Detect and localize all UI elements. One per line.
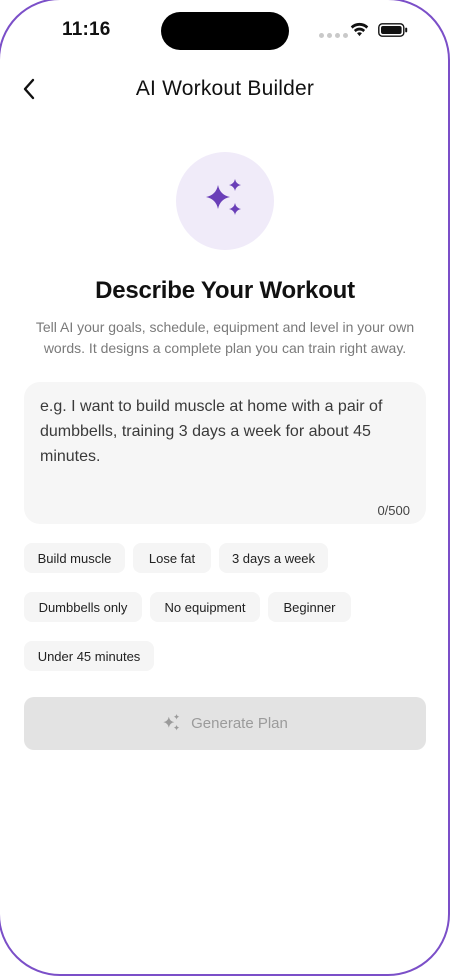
section-description: Tell AI your goals, schedule, equipment … bbox=[35, 319, 415, 356]
character-counter: 0/500 bbox=[377, 503, 410, 518]
suggestion-chip-lose-fat[interactable]: Lose fat bbox=[133, 543, 211, 573]
prompt-textarea[interactable] bbox=[40, 394, 410, 494]
suggestion-chip-3-days-a-week[interactable]: 3 days a week bbox=[219, 543, 328, 573]
prompt-field[interactable]: 0/500 bbox=[24, 382, 426, 524]
section-headline: Describe Your Workout bbox=[95, 277, 355, 304]
hero-icon-badge bbox=[176, 152, 274, 250]
sparkles-icon bbox=[163, 713, 180, 730]
phone-frame: 11:16 AI Workout Builder Describe Your W… bbox=[0, 0, 450, 976]
suggestion-chip-no-equipment[interactable]: No equipment bbox=[150, 592, 260, 622]
dynamic-island bbox=[161, 12, 289, 50]
battery-icon bbox=[378, 23, 408, 37]
app-screen: 11:16 AI Workout Builder Describe Your W… bbox=[0, 0, 450, 976]
sparkles-icon bbox=[206, 179, 241, 215]
wifi-icon bbox=[350, 22, 369, 37]
cellular-signal-icon bbox=[319, 33, 348, 38]
status-time: 11:16 bbox=[62, 19, 111, 40]
suggestion-chip-dumbbells-only[interactable]: Dumbbells only bbox=[24, 592, 142, 622]
generate-plan-button[interactable]: Generate Plan bbox=[24, 697, 426, 750]
suggestion-chip-build-muscle[interactable]: Build muscle bbox=[24, 543, 125, 573]
generate-plan-label: Generate Plan bbox=[191, 715, 288, 732]
page-title: AI Workout Builder bbox=[135, 77, 315, 100]
suggestion-chip-beginner[interactable]: Beginner bbox=[268, 592, 351, 622]
suggestion-chip-under-45-minutes[interactable]: Under 45 minutes bbox=[24, 641, 154, 671]
